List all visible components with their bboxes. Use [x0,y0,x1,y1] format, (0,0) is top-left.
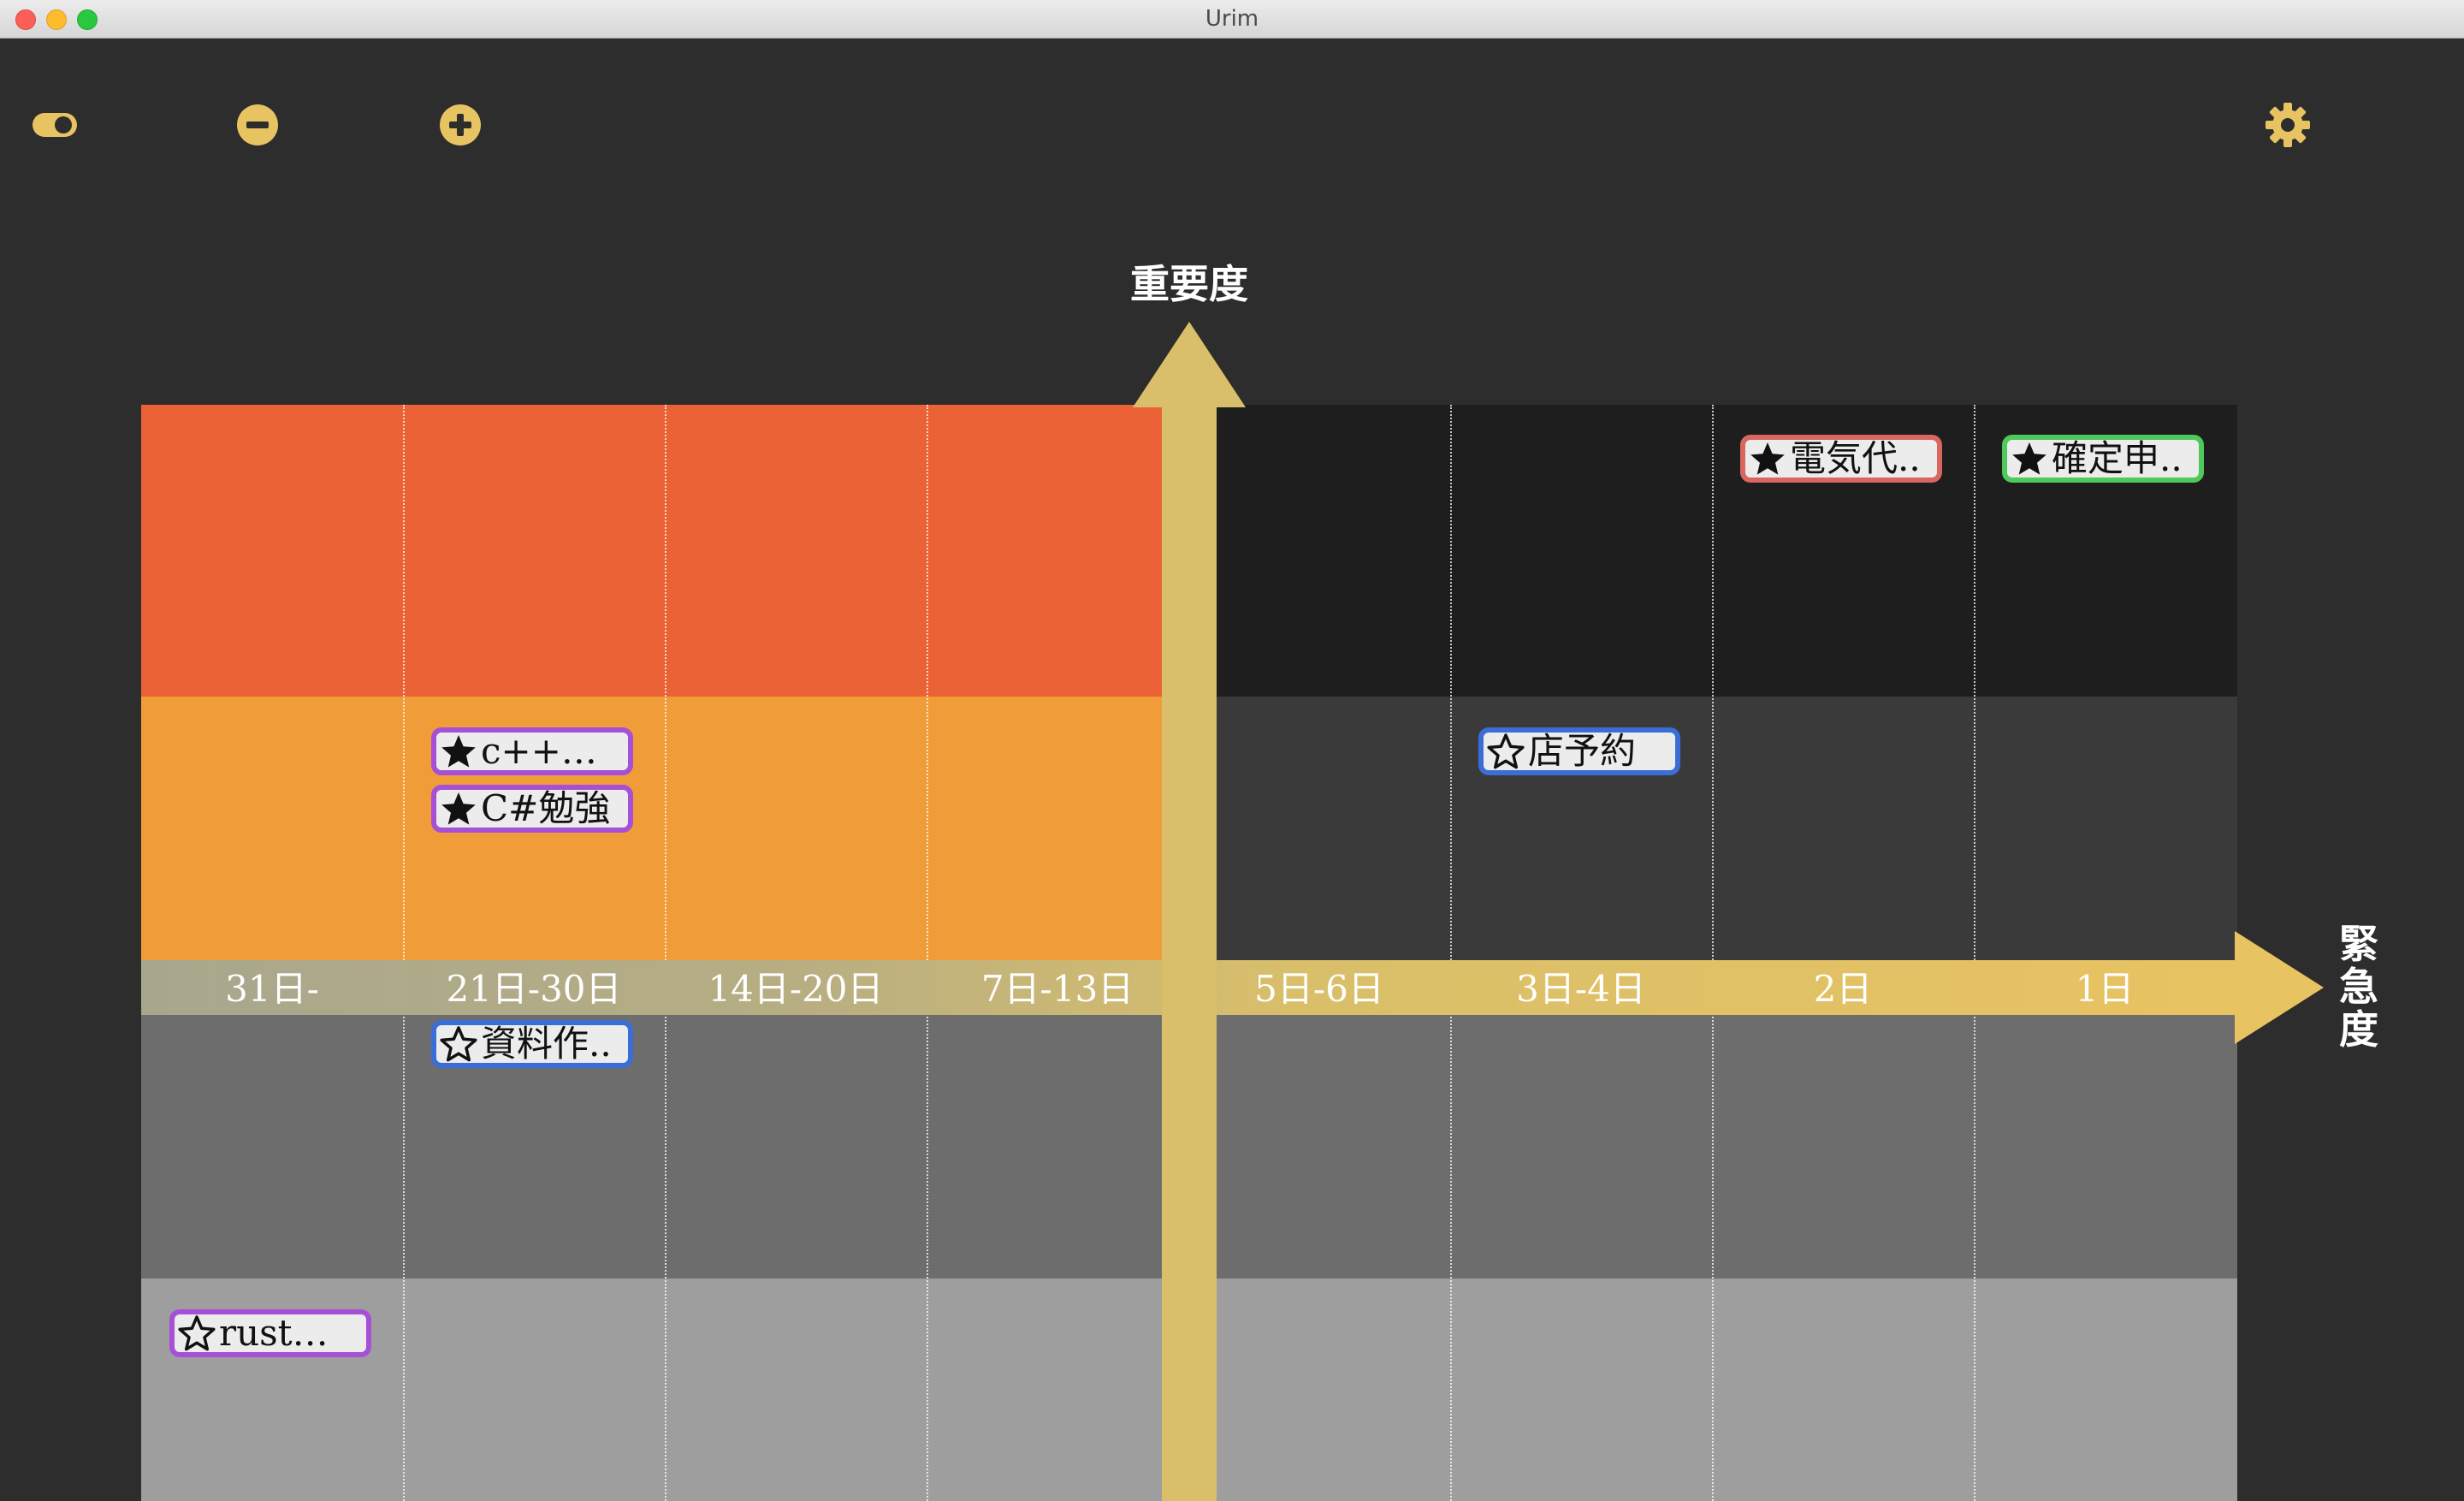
window-title: Urim [1205,6,1259,32]
task-chip[interactable]: c++勉強 [431,727,633,775]
urgency-axis-label: 緊 急 度 [2336,923,2382,1051]
zone-important-not-urgent-sub [1217,697,2237,960]
urgency-label-char: 急 [2339,964,2378,1010]
star-filled-icon[interactable] [2007,440,2052,478]
task-label: 店予約 [1528,733,1637,770]
title-bar: Urim [0,0,2464,39]
toggle-icon[interactable] [29,99,80,151]
task-chip[interactable]: C#勉強 [431,785,633,833]
column-label: 7日-13日 [980,968,1134,1010]
task-chip[interactable]: rust勉強 [169,1309,371,1357]
gear-icon[interactable] [2262,99,2313,151]
zone-important-urgent-sub [141,697,1162,960]
star-filled-icon[interactable] [436,733,481,770]
importance-axis [1162,405,1217,1501]
column-label: 5日-6日 [1254,968,1384,1010]
urgency-label-char: 緊 [2339,921,2378,967]
star-filled-icon[interactable] [436,790,481,828]
column-divider [403,405,405,1501]
task-chip[interactable]: 電気代.. [1740,435,1942,483]
urgency-label-char: 度 [2339,1006,2378,1053]
star-filled-icon[interactable] [1745,440,1790,478]
plus-circle-icon[interactable] [435,99,486,151]
column-label: 31日- [225,968,319,1010]
task-label: C#勉強 [481,790,611,828]
task-chip[interactable]: 資料作.. [431,1020,633,1068]
star-outline-icon[interactable] [1484,733,1528,770]
urgency-axis-arrowhead [2235,931,2324,1044]
column-divider [1712,405,1714,1501]
column-divider [1450,405,1452,1501]
task-chip[interactable]: 確定申.. [2002,435,2204,483]
column-label: 14日-20日 [708,968,884,1010]
column-divider [1974,405,1975,1501]
star-outline-icon[interactable] [175,1314,219,1352]
task-chip[interactable]: 店予約 [1478,727,1680,775]
column-label: 3日-4日 [1516,968,1646,1010]
column-label: 21日-30日 [446,968,622,1010]
task-label: 電気代.. [1790,440,1921,478]
column-divider [665,405,666,1501]
column-divider [927,405,928,1501]
column-label: 2日 [1813,968,1873,1010]
minus-circle-icon[interactable] [232,99,283,151]
task-label: c++勉強 [481,733,628,770]
task-label: 確定申.. [2052,440,2183,478]
task-label: 資料作.. [481,1025,612,1063]
star-outline-icon[interactable] [436,1025,481,1063]
zone-important-urgent-top [141,405,1162,697]
column-label: 1日 [2075,968,2135,1010]
importance-axis-label: 重要度 [1130,261,1248,307]
importance-axis-arrowhead [1133,322,1246,407]
task-label: rust勉強 [219,1314,364,1352]
